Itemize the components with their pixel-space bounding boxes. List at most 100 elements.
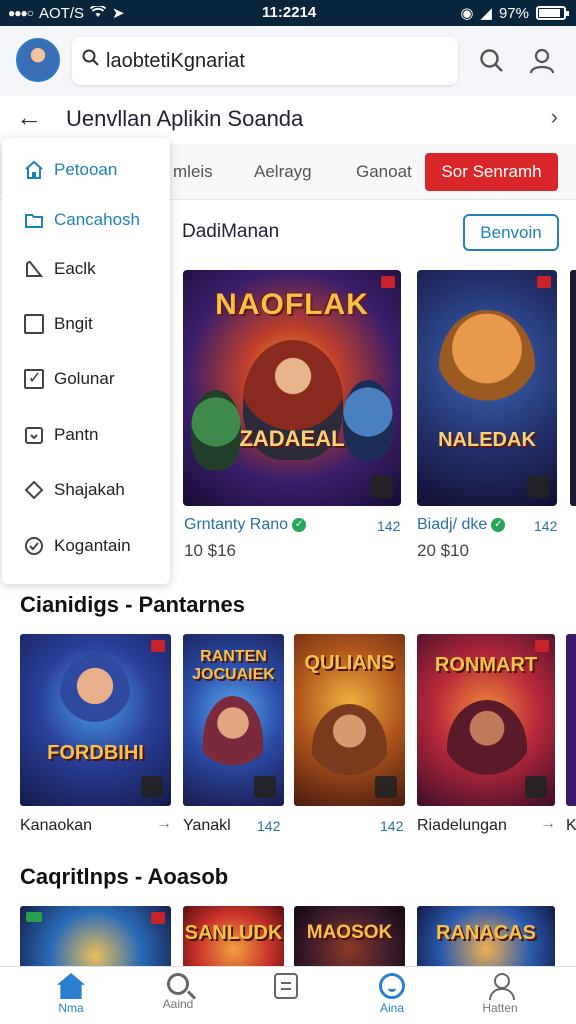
tile-rating: 142 <box>257 818 281 834</box>
checked-box-icon <box>24 368 44 389</box>
tab-active[interactable]: Sor Senramh <box>425 153 558 191</box>
nav-search[interactable]: Aaind <box>138 973 218 1011</box>
alarm-icon: ◉ <box>460 5 474 22</box>
tile-caption: Kanaokan <box>20 817 93 834</box>
publisher-logo <box>375 776 397 798</box>
section-title: Cianidigs - Pantarnes <box>20 592 245 617</box>
nav-chat[interactable]: Aina <box>352 973 432 1015</box>
app-header: laobtetiKgnariat <box>0 26 576 96</box>
nav-profile[interactable]: Hatten <box>460 973 540 1015</box>
game-tile[interactable]: FORDBIHI <box>20 634 171 806</box>
badge-icon <box>535 640 549 652</box>
menu-item-6[interactable]: Pantn <box>24 425 98 445</box>
hero-figure <box>447 700 527 794</box>
checkbox-icon <box>24 314 44 334</box>
tag-icon <box>24 480 44 500</box>
navigation-icon: ➤ <box>112 5 125 22</box>
game-tile[interactable]: SANLUDK <box>183 906 284 968</box>
tab-3[interactable]: Ganoat <box>356 162 412 182</box>
search-input[interactable]: laobtetiKgnariat <box>72 37 458 85</box>
menu-item-5[interactable]: Golunar <box>24 368 114 389</box>
game-tile[interactable]: RANTEN JOCUAIEK <box>183 634 284 806</box>
nav-home[interactable]: Nma <box>31 973 111 1015</box>
next-card-peek <box>570 270 576 506</box>
publisher-logo <box>254 776 276 798</box>
menu-item-3[interactable]: Eaclk <box>24 259 96 279</box>
chevron-right-icon[interactable]: → <box>156 815 172 833</box>
section-title: DadiManan <box>182 221 280 242</box>
battery-percent: 97% <box>498 4 529 22</box>
section-title: Caqritlnps - Aoasob <box>20 864 229 889</box>
publisher-logo <box>141 776 163 798</box>
view-button[interactable]: Benvoin <box>463 214 559 251</box>
chat-icon <box>379 973 405 999</box>
back-arrow-icon[interactable]: ← <box>16 102 42 133</box>
badge-icon <box>151 640 165 652</box>
card-art-subtitle: ZADAEAL <box>239 426 345 451</box>
badge-icon <box>151 912 165 924</box>
card-name[interactable]: Biadj/ dke ✓ <box>417 516 506 534</box>
search-icon[interactable] <box>479 48 505 81</box>
card-price: 10 $16 <box>184 541 236 560</box>
list-icon <box>274 973 298 999</box>
hero-figure <box>203 696 263 786</box>
profile-icon[interactable] <box>529 48 555 81</box>
game-card-1[interactable]: NAOFLAK ZADAEAL <box>183 270 401 506</box>
status-bar: ●●●○ AOT/S ➤ 11:2214 ◉ ◢ 97% <box>0 0 576 26</box>
card-art-title: NAOFLAK <box>215 288 369 321</box>
tile-art-title: RANTEN JOCUAIEK <box>192 648 275 683</box>
menu-item-7[interactable]: Shajakah <box>24 480 125 500</box>
hero-figure <box>60 654 130 734</box>
carrier-label: AOT/S <box>39 4 85 22</box>
search-icon <box>167 973 189 995</box>
card-rating: 142 <box>377 518 401 534</box>
tile-caption: Riadelungan <box>417 817 507 834</box>
game-tile[interactable] <box>20 906 171 968</box>
signal-dots-icon: ●●●○ <box>8 6 34 20</box>
leaf-icon <box>24 259 44 279</box>
verified-icon: ✓ <box>491 517 506 532</box>
menu-item-4[interactable]: Bngit <box>24 314 93 334</box>
search-icon <box>82 49 100 73</box>
fox-figure <box>439 310 535 420</box>
badge-icon <box>537 276 551 288</box>
game-tile[interactable]: RONMART <box>417 634 555 806</box>
clock-icon <box>24 536 44 556</box>
tab-2[interactable]: Aelrayg <box>254 162 312 182</box>
publisher-logo <box>525 776 547 798</box>
tile-art-title: QULIANS <box>304 652 395 674</box>
badge-icon <box>26 912 42 922</box>
tile-rating: 142 <box>380 818 404 834</box>
tile-art-title: RONMART <box>434 654 538 676</box>
game-tile[interactable]: RANACAS <box>417 906 555 968</box>
document-icon <box>24 425 44 445</box>
card-name[interactable]: Grntanty Rano ✓ <box>184 516 307 534</box>
tile-art-title: RANACAS <box>436 922 536 944</box>
game-tile[interactable]: QULIANS <box>294 634 405 806</box>
menu-item-8[interactable]: Kogantain <box>24 536 131 556</box>
menu-item-2[interactable]: Cancahosh <box>24 210 140 230</box>
chevron-right-icon[interactable]: › <box>551 104 558 130</box>
chevron-right-icon[interactable]: → <box>540 815 556 833</box>
avatar[interactable] <box>16 38 60 82</box>
tile-art-title: FORDBIHI <box>47 742 144 764</box>
game-tile[interactable]: MAOSOK <box>294 906 405 968</box>
card-price: 20 $10 <box>417 541 469 560</box>
nav-library[interactable] <box>246 973 326 1001</box>
bottom-nav: Nma Aaind Aina Hatten <box>0 966 576 1024</box>
card-art-subtitle: NALEDAK <box>438 429 536 451</box>
tile-caption: Yanakl <box>183 817 231 834</box>
publisher-logo <box>371 476 393 498</box>
profile-icon <box>486 973 515 1000</box>
folder-icon <box>24 210 44 230</box>
tab-1[interactable]: mleis <box>173 162 213 182</box>
menu-item-1[interactable]: Petooan <box>24 160 117 180</box>
wifi-icon <box>89 4 107 22</box>
game-card-2[interactable]: NALEDAK <box>417 270 557 506</box>
search-value: laobtetiKgnariat <box>106 49 245 72</box>
next-tile-peek <box>566 634 576 806</box>
clock: 11:2214 <box>262 4 317 21</box>
home-icon <box>57 973 85 999</box>
publisher-logo <box>527 476 549 498</box>
tile-caption-peek: K <box>566 817 576 834</box>
